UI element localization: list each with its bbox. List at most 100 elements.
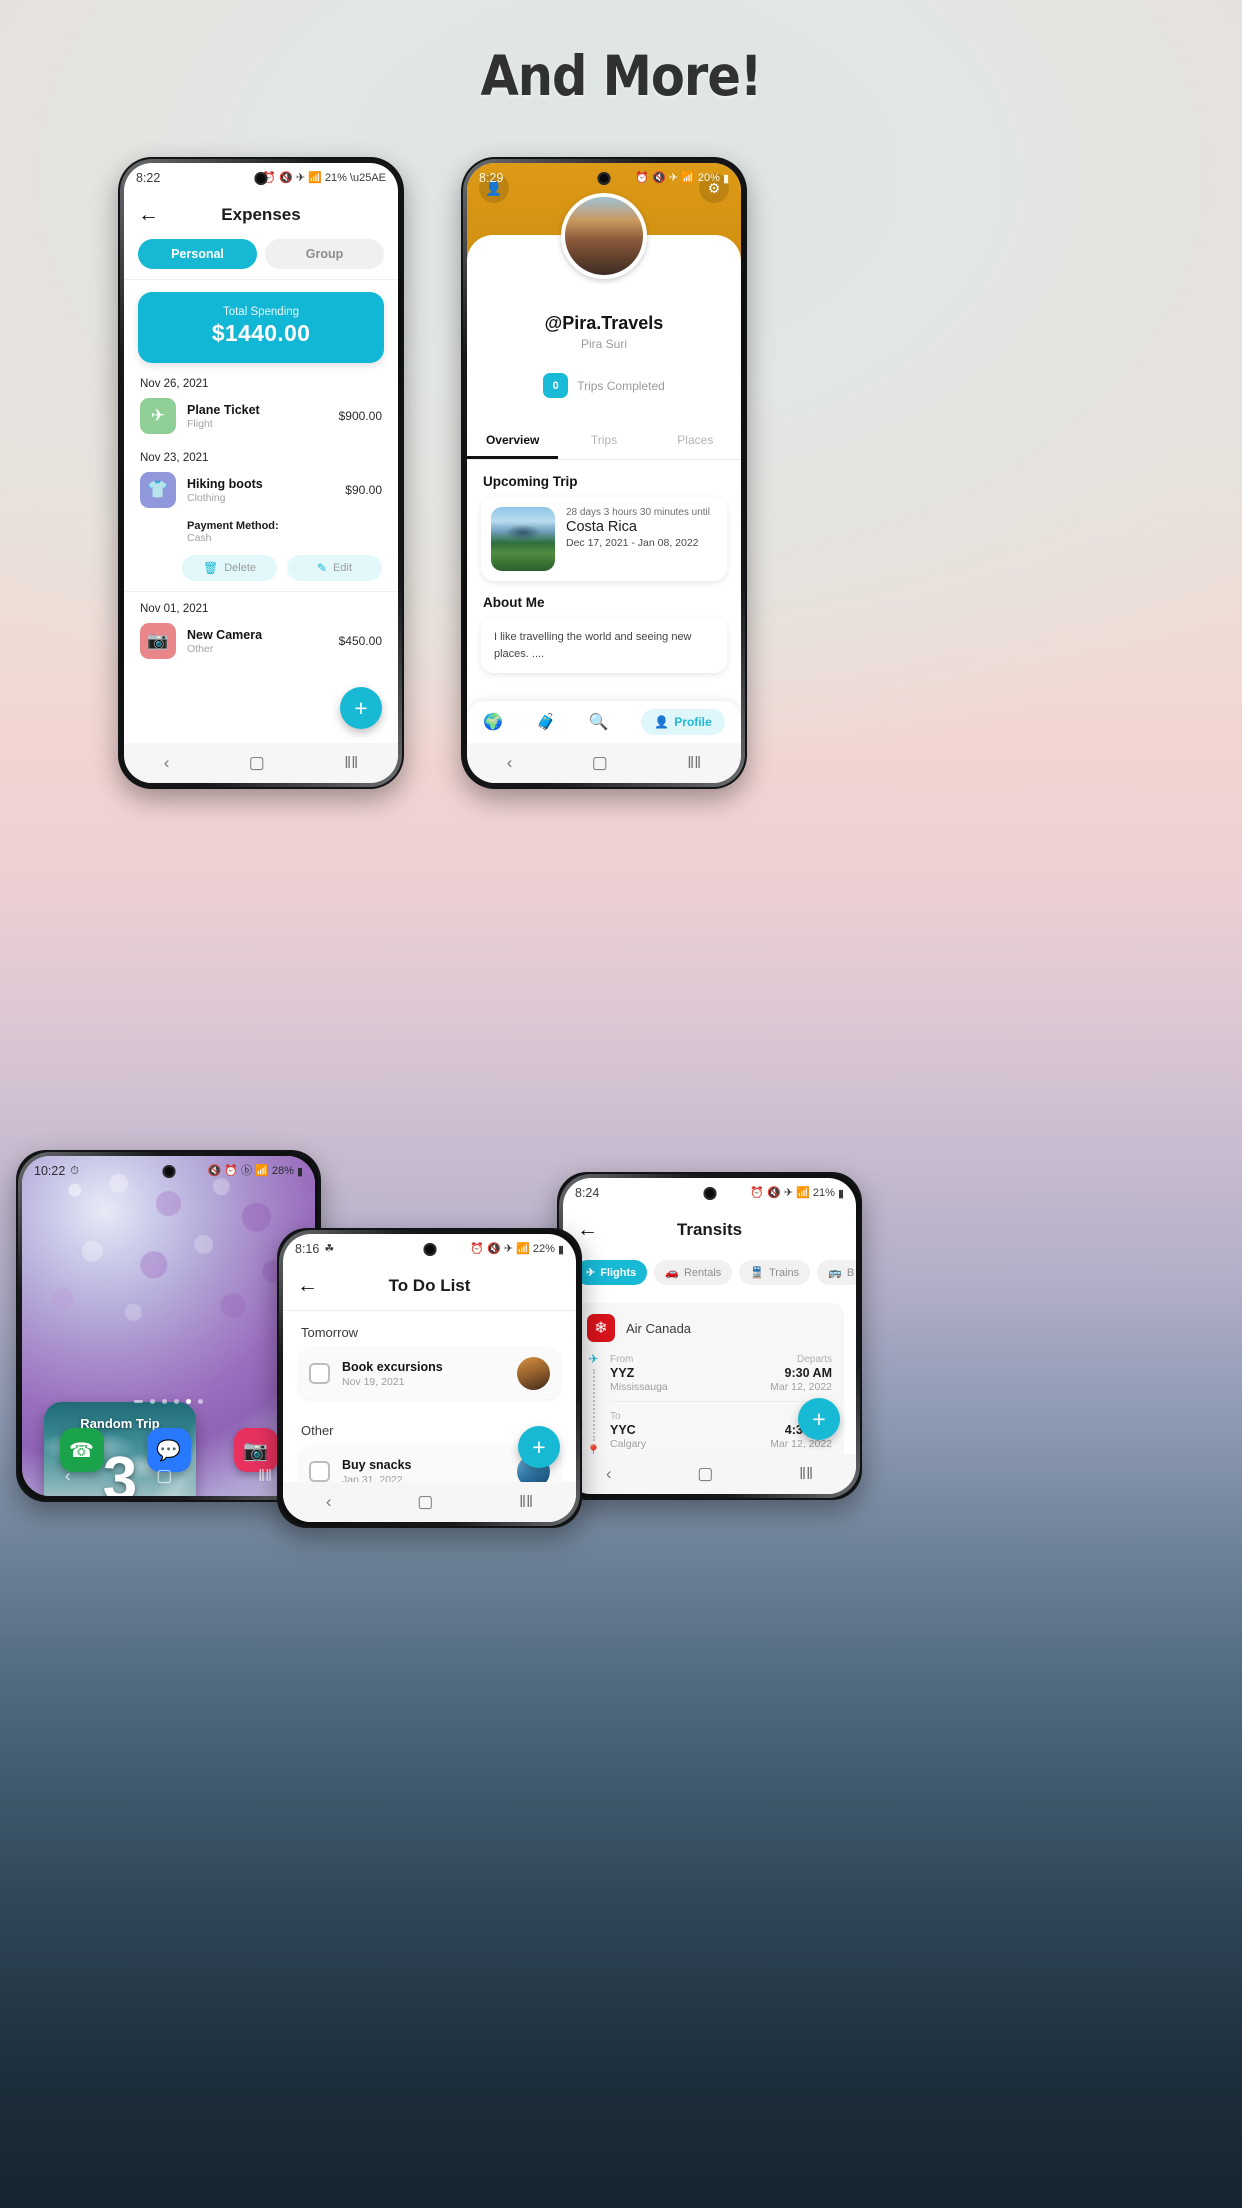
battery-percent: 20% [697,172,720,184]
nav-back-icon[interactable]: ‹ [507,753,513,773]
todo-date: Nov 19, 2021 [342,1375,405,1388]
departs-date: Mar 12, 2022 [770,1381,832,1393]
section-title: Tomorrow [301,1325,359,1340]
page-heading: Expenses [221,205,301,224]
nav-recents-icon[interactable]: ‖‖ [519,1492,533,1512]
camera-punch-hole [162,1165,175,1178]
add-todo-fab[interactable]: + [518,1426,560,1468]
leaf-icon: ☘ [324,1242,335,1255]
nav-trips-luggage-icon[interactable]: 🧳 [536,712,556,732]
expense-name: Hiking boots [187,476,263,491]
nav-home-icon[interactable]: ▢ [156,1466,172,1486]
airline-name: Air Canada [626,1320,692,1336]
upcoming-trip-card[interactable]: 28 days 3 hours 30 minutes until Costa R… [481,497,727,581]
status-time: 8:22 [136,171,161,185]
page-dot[interactable] [150,1399,155,1404]
todo-checkbox[interactable] [309,1363,330,1384]
edit-button[interactable]: ✎ Edit [287,555,382,581]
segment-personal[interactable]: Personal [138,239,257,269]
page-dot[interactable] [198,1399,203,1404]
profile-tabs: Overview Trips Places [467,424,741,460]
status-time: 8:29 [479,171,504,185]
bottom-navigation: 🌍 🧳 🔍 👤 Profile [467,701,741,743]
todo-checkbox[interactable] [309,1461,330,1482]
profile-handle: @Pira.Travels [544,313,664,333]
battery-icon: \u25AE [349,172,386,184]
page-dot[interactable] [162,1399,167,1404]
nav-home-icon[interactable]: ▢ [592,753,608,773]
nav-back-icon[interactable]: ‹ [326,1492,332,1512]
expense-amount: $90.00 [345,483,382,497]
avatar[interactable] [561,193,647,279]
payment-method-value: Cash [187,532,212,544]
status-icon-group: ⏰ 🔇 ✈ 📶 [470,1242,530,1255]
nav-recents-icon[interactable]: ‖‖ [258,1466,272,1486]
from-label: From [610,1354,634,1365]
status-icons: 🔇 ⏰ ⓑ 📶 28% ▮ [208,1165,303,1178]
nav-search-icon[interactable]: 🔍 [589,712,609,732]
list-item[interactable]: Book excursions Nov 19, 2021 [299,1348,560,1399]
upcoming-trip-heading: Upcoming Trip [483,474,578,489]
tab-flights-label: Flights [600,1266,637,1279]
expense-name: New Camera [187,627,263,642]
expense-category: Flight [187,417,213,430]
tab-trips[interactable]: Trips [558,424,649,459]
expense-row[interactable]: ✈ Plane Ticket Flight $900.00 [124,395,398,441]
nav-home-icon[interactable]: ▢ [417,1492,433,1512]
status-time: 10:22 [34,1164,66,1178]
departs-block: Departs 9:30 AM Mar 12, 2022 [770,1354,832,1393]
edit-label: Edit [333,562,353,574]
flight-card: ❄ Air Canada ✈ 📍 From YYZ Mississauga De… [575,1303,844,1469]
segment-group[interactable]: Group [265,239,384,269]
nav-back-icon[interactable]: ‹ [606,1464,612,1484]
tab-places[interactable]: Places [650,424,741,459]
profile-body: @Pira.Travels Pira Suri 0 Trips Complete… [467,267,741,460]
battery-percent: 22% [532,1243,555,1255]
expense-row[interactable]: 📷 New Camera Other $450.00 [124,620,398,666]
delete-button[interactable]: 🗑 Delete [182,555,277,581]
add-transit-fab[interactable]: + [798,1398,840,1440]
trip-text: 28 days 3 hours 30 minutes until Costa R… [566,507,710,571]
nav-back-icon[interactable]: ‹ [164,753,170,773]
route-rail: ✈ 📍 [586,1352,601,1458]
nav-explore-globe-icon[interactable]: 🌍 [483,712,503,732]
android-nav-bar: ‹ ▢ ‖‖ [124,743,398,783]
nav-back-icon[interactable]: ‹ [65,1466,71,1486]
expenses-screen: 8:22 ⏰ 🔇 ✈ 📶 21% \u25AE ← Expenses Perso… [124,163,398,783]
todo-label: Book excursions [342,1359,443,1374]
tab-flights[interactable]: ✈ Flights [575,1260,648,1285]
airline-header: ❄ Air Canada [587,1314,832,1342]
trash-icon: 🗑 [202,561,219,575]
tab-buses[interactable]: 🚌 B [817,1260,856,1285]
tab-rentals[interactable]: 🚗 Rentals [654,1260,733,1285]
nav-recents-icon[interactable]: ‖‖ [687,753,701,773]
delete-label: Delete [224,562,257,574]
page-dot-active[interactable] [186,1399,191,1404]
nav-profile-tab[interactable]: 👤 Profile [641,709,725,735]
plane-icon: ✈ [586,1267,596,1279]
add-expense-fab[interactable]: + [340,687,382,729]
about-me-card[interactable]: I like travelling the world and seeing n… [481,618,727,673]
tab-overview[interactable]: Overview [467,424,559,459]
departs-label: Departs [796,1354,832,1365]
airline-logo-icon: ❄ [587,1314,615,1342]
expense-info: Hiking boots Clothing [187,477,334,504]
page-dot[interactable] [174,1399,179,1404]
nav-home-icon[interactable]: ▢ [697,1464,713,1484]
route-dashes [592,1369,595,1441]
status-time-group: 8:16 ☘ [295,1242,334,1256]
tab-trains[interactable]: 🚆 Trains [739,1260,811,1285]
expense-actions: 🗑 Delete ✎ Edit [124,546,398,592]
to-code: YYC [610,1423,636,1437]
nav-recents-icon[interactable]: ‖‖ [344,753,358,773]
nav-home-icon[interactable]: ▢ [249,753,265,773]
nav-recents-icon[interactable]: ‖‖ [799,1464,813,1484]
expense-info: New Camera Other [187,628,328,655]
status-icon-group: 🔇 ⏰ ⓑ 📶 [207,1164,269,1177]
from-code: YYZ [610,1366,635,1380]
trip-dates: Dec 17, 2021 - Jan 08, 2022 [566,537,699,549]
page-title: And More! [480,44,763,108]
expense-row[interactable]: 👕 Hiking boots Clothing $90.00 [124,469,398,515]
to-block: To YYC Calgary [610,1411,646,1450]
page-dot[interactable] [134,1400,143,1403]
